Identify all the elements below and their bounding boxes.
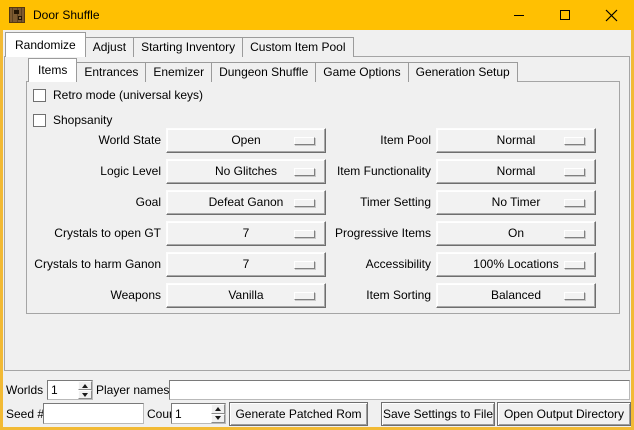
dropdown-indicator-icon <box>294 261 315 269</box>
tab-dungeon-shuffle[interactable]: Dungeon Shuffle <box>211 62 316 82</box>
tab-generation-setup[interactable]: Generation Setup <box>408 62 518 82</box>
shopsanity-label: Shopsanity <box>53 113 112 127</box>
dropdown-indicator-icon <box>294 168 315 176</box>
maximize-button[interactable] <box>542 0 588 30</box>
open-output-directory-button[interactable]: Open Output Directory <box>497 402 631 426</box>
seed-label: Seed # <box>6 407 44 421</box>
crystals-open-gt-dropdown[interactable]: 7 <box>166 221 326 246</box>
accessibility-dropdown[interactable]: 100% Locations <box>436 252 596 277</box>
weapons-dropdown[interactable]: Vanilla <box>166 283 326 308</box>
sub-tab-bar: Items Entrances Enemizer Dungeon Shuffle… <box>28 58 517 82</box>
logic-level-dropdown[interactable]: No Glitches <box>166 159 326 184</box>
tab-custom-item-pool[interactable]: Custom Item Pool <box>242 37 353 57</box>
crystals-harm-ganon-label: Crystals to harm Ganon <box>30 252 161 277</box>
tab-adjust[interactable]: Adjust <box>85 37 134 57</box>
dropdown-indicator-icon <box>294 199 315 207</box>
item-sorting-label: Item Sorting <box>330 283 431 308</box>
player-names-label: Player names <box>96 383 169 397</box>
item-pool-dropdown[interactable]: Normal <box>436 128 596 153</box>
checkbox-icon <box>33 89 46 102</box>
dropdown-indicator-icon <box>564 292 585 300</box>
tab-enemizer[interactable]: Enemizer <box>145 62 212 82</box>
door-icon <box>9 7 25 23</box>
timer-setting-label: Timer Setting <box>330 190 431 215</box>
spin-down-icon[interactable] <box>78 390 92 399</box>
save-settings-button[interactable]: Save Settings to File <box>381 402 495 426</box>
retro-mode-label: Retro mode (universal keys) <box>53 88 203 102</box>
count-spinner <box>171 403 226 424</box>
world-state-label: World State <box>30 128 161 153</box>
logic-level-label: Logic Level <box>30 159 161 184</box>
spin-up-icon[interactable] <box>78 381 92 390</box>
close-button[interactable] <box>588 0 634 30</box>
tab-game-options[interactable]: Game Options <box>315 62 408 82</box>
tab-entrances[interactable]: Entrances <box>76 62 146 82</box>
dropdown-indicator-icon <box>564 137 585 145</box>
weapons-label: Weapons <box>30 283 161 308</box>
minimize-button[interactable] <box>496 0 542 30</box>
worlds-input[interactable] <box>48 381 78 399</box>
accessibility-label: Accessibility <box>330 252 431 277</box>
goal-label: Goal <box>30 190 161 215</box>
progressive-items-label: Progressive Items <box>330 221 431 246</box>
goal-dropdown[interactable]: Defeat Ganon <box>166 190 326 215</box>
generate-patched-rom-button[interactable]: Generate Patched Rom <box>229 402 368 426</box>
timer-setting-dropdown[interactable]: No Timer <box>436 190 596 215</box>
crystals-harm-ganon-dropdown[interactable]: 7 <box>166 252 326 277</box>
dropdown-indicator-icon <box>294 292 315 300</box>
spin-up-icon[interactable] <box>211 404 225 414</box>
tab-starting-inventory[interactable]: Starting Inventory <box>133 37 243 57</box>
client-area: Randomize Adjust Starting Inventory Cust… <box>3 30 631 427</box>
dropdown-indicator-icon <box>294 137 315 145</box>
seed-input[interactable] <box>43 403 144 424</box>
player-names-input[interactable] <box>169 380 630 400</box>
count-input[interactable] <box>172 404 211 423</box>
window-title: Door Shuffle <box>33 8 100 22</box>
progressive-items-dropdown[interactable]: On <box>436 221 596 246</box>
retro-mode-checkbox[interactable]: Retro mode (universal keys) <box>33 88 203 102</box>
main-tab-bar: Randomize Adjust Starting Inventory Cust… <box>5 32 353 57</box>
crystals-open-gt-label: Crystals to open GT <box>30 221 161 246</box>
title-bar: Door Shuffle <box>0 0 634 30</box>
app-window: Door Shuffle Randomize Adjust Starting I… <box>0 0 634 430</box>
shopsanity-checkbox[interactable]: Shopsanity <box>33 113 112 127</box>
dropdown-indicator-icon <box>564 199 585 207</box>
item-pool-label: Item Pool <box>330 128 431 153</box>
item-sorting-dropdown[interactable]: Balanced <box>436 283 596 308</box>
tab-randomize[interactable]: Randomize <box>5 32 86 57</box>
maximize-icon <box>559 9 571 21</box>
spin-down-icon[interactable] <box>211 414 225 424</box>
item-functionality-dropdown[interactable]: Normal <box>436 159 596 184</box>
item-functionality-label: Item Functionality <box>330 159 431 184</box>
checkbox-icon <box>33 114 46 127</box>
dropdown-indicator-icon <box>564 168 585 176</box>
close-icon <box>605 9 618 22</box>
world-state-dropdown[interactable]: Open <box>166 128 326 153</box>
tab-items[interactable]: Items <box>28 58 77 82</box>
worlds-spinner <box>47 380 93 400</box>
worlds-label: Worlds <box>6 383 43 397</box>
minimize-icon <box>513 9 525 21</box>
dropdown-indicator-icon <box>294 230 315 238</box>
dropdown-indicator-icon <box>564 230 585 238</box>
dropdown-indicator-icon <box>564 261 585 269</box>
